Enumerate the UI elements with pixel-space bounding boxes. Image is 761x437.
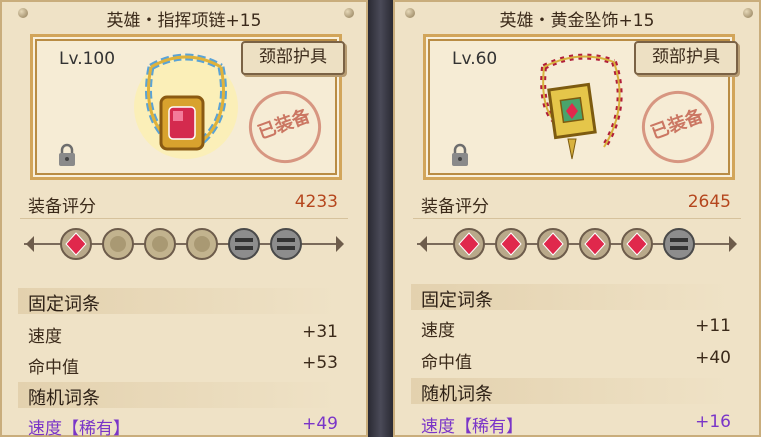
stat-value: +40	[695, 348, 731, 368]
random-stats-header: 随机词条	[421, 384, 493, 405]
divider	[413, 218, 741, 219]
ruby-socket-icon	[453, 228, 485, 260]
ruby-socket-icon	[495, 228, 527, 260]
item-title: 英雄・指挥项链+15	[106, 11, 262, 31]
stat-row: 命中值 +53	[28, 353, 338, 378]
item-panel-right: 英雄・黄金坠饰+15 Lv.60 颈部护具 已装备 装备评分 2645 固定词条…	[393, 0, 761, 437]
empty-socket-icon	[186, 228, 218, 260]
item-title: 英雄・黄金坠饰+15	[499, 11, 655, 31]
stat-name: 速度【稀有】	[28, 419, 130, 437]
stat-value: +49	[302, 414, 338, 434]
stat-name: 速度	[421, 321, 455, 341]
stat-name: 命中值	[28, 358, 79, 378]
equipped-stamp: 已装备	[631, 80, 725, 174]
score-value: 2645	[687, 192, 731, 212]
stat-row: 速度 +31	[28, 322, 338, 347]
score-label: 装备评分	[421, 197, 489, 217]
empty-socket-icon	[102, 228, 134, 260]
item-panel-left: 英雄・指挥项链+15 Lv.100 颈部护具 已装备 装备评分 4233 固定词…	[0, 0, 368, 437]
stat-name: 速度【稀有】	[421, 417, 523, 437]
fixed-stats-header: 固定词条	[421, 290, 493, 311]
stat-name: 命中值	[421, 353, 472, 373]
panel-divider	[368, 0, 393, 437]
locked-socket-icon	[228, 228, 260, 260]
stat-row: 速度【稀有】 +49	[28, 414, 338, 437]
divider	[20, 218, 348, 219]
slot-banner: 颈部护具	[241, 41, 345, 75]
stat-value: +31	[302, 322, 338, 342]
gem-sockets	[24, 228, 344, 260]
stat-name: 速度	[28, 327, 62, 347]
slot-banner: 颈部护具	[634, 41, 738, 75]
locked-socket-icon	[270, 228, 302, 260]
item-level: Lv.60	[452, 49, 498, 69]
ruby-socket-icon	[537, 228, 569, 260]
stat-row: 速度 +11	[421, 316, 731, 341]
ruby-socket-icon	[579, 228, 611, 260]
stat-row: 命中值 +40	[421, 348, 731, 373]
golden-pendant-icon	[540, 53, 623, 160]
gem-sockets	[417, 228, 737, 260]
lock-icon[interactable]	[450, 143, 470, 167]
empty-socket-icon	[144, 228, 176, 260]
score-row: 装备评分 4233	[28, 192, 338, 217]
stat-value: +16	[695, 412, 731, 432]
item-card[interactable]: Lv.60 颈部护具 已装备	[423, 34, 738, 180]
item-card[interactable]: Lv.100 颈部护具 已装备	[30, 34, 345, 180]
ruby-socket-icon	[621, 228, 653, 260]
item-level: Lv.100	[59, 49, 116, 69]
fixed-stats-header: 固定词条	[28, 294, 100, 315]
stat-row: 速度【稀有】 +16	[421, 412, 731, 437]
lock-icon[interactable]	[57, 143, 77, 167]
command-necklace-icon	[134, 53, 238, 159]
equipped-stamp: 已装备	[238, 80, 332, 174]
score-value: 4233	[294, 192, 338, 212]
stat-value: +53	[302, 353, 338, 373]
locked-socket-icon	[663, 228, 695, 260]
ruby-socket-icon	[60, 228, 92, 260]
score-row: 装备评分 2645	[421, 192, 731, 217]
stat-value: +11	[695, 316, 731, 336]
random-stats-header: 随机词条	[28, 388, 100, 409]
score-label: 装备评分	[28, 197, 96, 217]
